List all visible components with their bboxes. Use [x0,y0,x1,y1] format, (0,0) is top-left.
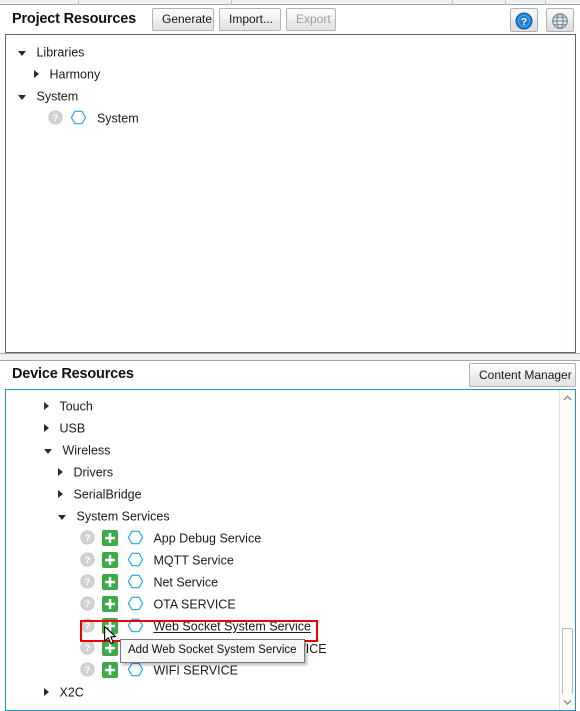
chevron-down-icon[interactable] [58,515,66,521]
help-icon[interactable]: ? [80,640,95,655]
chevron-down-icon[interactable] [44,449,52,455]
tree-item-label: MQTT Service [153,553,234,568]
tree-item-label: X2C [59,685,84,700]
chevron-right-icon[interactable] [44,687,49,696]
page-title: Project Resources [12,11,136,27]
tree-item-drivers[interactable]: Drivers [6,461,575,483]
svg-text:?: ? [85,533,91,543]
tree-item-label: App Debug Service [153,531,262,546]
tree-item-serialbridge[interactable]: SerialBridge [6,483,575,505]
project-resources-tree[interactable]: Libraries Harmony System ? System [5,34,576,353]
svg-text:?: ? [521,16,527,28]
tree-item-label: Web Socket System Service [153,619,311,634]
scroll-down-button[interactable] [560,694,575,710]
tree-item-x2c[interactable]: X2C [6,681,575,703]
hexagon-icon [127,596,144,611]
generate-button[interactable]: Generate [152,8,214,31]
hexagon-icon [127,574,144,589]
project-resources-header: Project Resources Generate Import... Exp… [0,5,580,34]
tree-item-label: USB [59,421,86,436]
help-icon: ? [515,12,533,30]
tree-item-usb[interactable]: USB [6,417,575,439]
add-icon[interactable] [102,639,119,656]
add-icon[interactable] [102,661,119,678]
svg-text:?: ? [53,113,59,123]
help-icon[interactable]: ? [48,110,63,125]
chevron-right-icon[interactable] [58,489,63,498]
scrollbar-thumb[interactable] [562,628,573,700]
tree-item-label: Libraries [36,45,85,60]
tree-item-label: Drivers [73,465,114,480]
hexagon-icon [70,110,87,125]
tooltip: Add Web Socket System Service [120,639,305,663]
tree-item-system-group[interactable]: System [6,85,575,107]
import-button[interactable]: Import... [219,8,281,31]
add-icon[interactable] [102,595,119,612]
chevron-down-icon [563,699,572,705]
tree-item-harmony[interactable]: Harmony [6,63,575,85]
tree-item-label: System Services [76,509,170,524]
tree-item-mqtt-service[interactable]: ? MQTT Service [6,549,575,571]
tree-item-label: Harmony [49,67,101,82]
export-button[interactable]: Export [286,8,336,31]
tree-item-label: OTA SERVICE [153,597,236,612]
svg-text:?: ? [85,665,91,675]
tree-item-label: System [36,89,79,104]
tree-item-label: SerialBridge [73,487,142,502]
svg-text:?: ? [85,599,91,609]
help-icon[interactable]: ? [80,574,95,589]
tree-item-system-services[interactable]: System Services [6,505,575,527]
tree-item-label: Wireless [62,443,111,458]
project-resources-panel: Project Resources Generate Import... Exp… [0,5,580,353]
device-tree-scrollbar[interactable] [559,390,575,710]
tree-item-app-debug-service[interactable]: ? App Debug Service [6,527,575,549]
panel-splitter[interactable] [0,353,580,361]
svg-text:?: ? [85,621,91,631]
tree-item-label: System [96,111,139,126]
tree-item-net-service[interactable]: ? Net Service [6,571,575,593]
hexagon-icon [127,530,144,545]
chevron-up-icon [563,395,572,401]
add-icon[interactable] [102,529,119,546]
help-icon[interactable]: ? [80,530,95,545]
scroll-up-button[interactable] [560,390,575,406]
device-panel-title: Device Resources [12,366,134,382]
hexagon-icon [127,618,144,633]
tree-item-wireless[interactable]: Wireless [6,439,575,461]
tree-item-touch[interactable]: Touch [6,395,575,417]
tree-item-label: Net Service [153,575,219,590]
chevron-down-icon[interactable] [18,51,26,57]
content-manager-button[interactable]: Content Manager [469,363,576,387]
add-icon[interactable] [102,617,119,634]
help-icon[interactable]: ? [80,662,95,677]
help-button[interactable]: ? [510,8,538,32]
chevron-right-icon[interactable] [58,467,63,476]
help-icon[interactable]: ? [80,552,95,567]
svg-text:?: ? [85,577,91,587]
svg-text:?: ? [85,555,91,565]
tree-item-label: Touch [59,399,93,414]
tree-item-web-socket-system-service[interactable]: ? Web Socket System Service [6,615,575,637]
tree-item-label: WIFI SERVICE [153,663,238,678]
tree-item-ota-service[interactable]: ? OTA SERVICE [6,593,575,615]
hexagon-icon [127,552,144,567]
tree-item-libraries[interactable]: Libraries [6,41,575,63]
hexagon-icon [127,662,144,677]
chevron-right-icon[interactable] [44,423,49,432]
svg-text:?: ? [85,643,91,653]
globe-icon [552,13,568,29]
add-icon[interactable] [102,551,119,568]
web-link-button[interactable] [546,8,574,32]
chevron-down-icon[interactable] [18,95,26,101]
help-icon[interactable]: ? [80,618,95,633]
chevron-right-icon[interactable] [44,401,49,410]
tree-item-system-leaf[interactable]: ? System [6,107,575,129]
device-resources-header: Device Resources Content Manager [0,361,580,389]
add-icon[interactable] [102,573,119,590]
chevron-right-icon[interactable] [34,69,39,78]
help-icon[interactable]: ? [80,596,95,611]
